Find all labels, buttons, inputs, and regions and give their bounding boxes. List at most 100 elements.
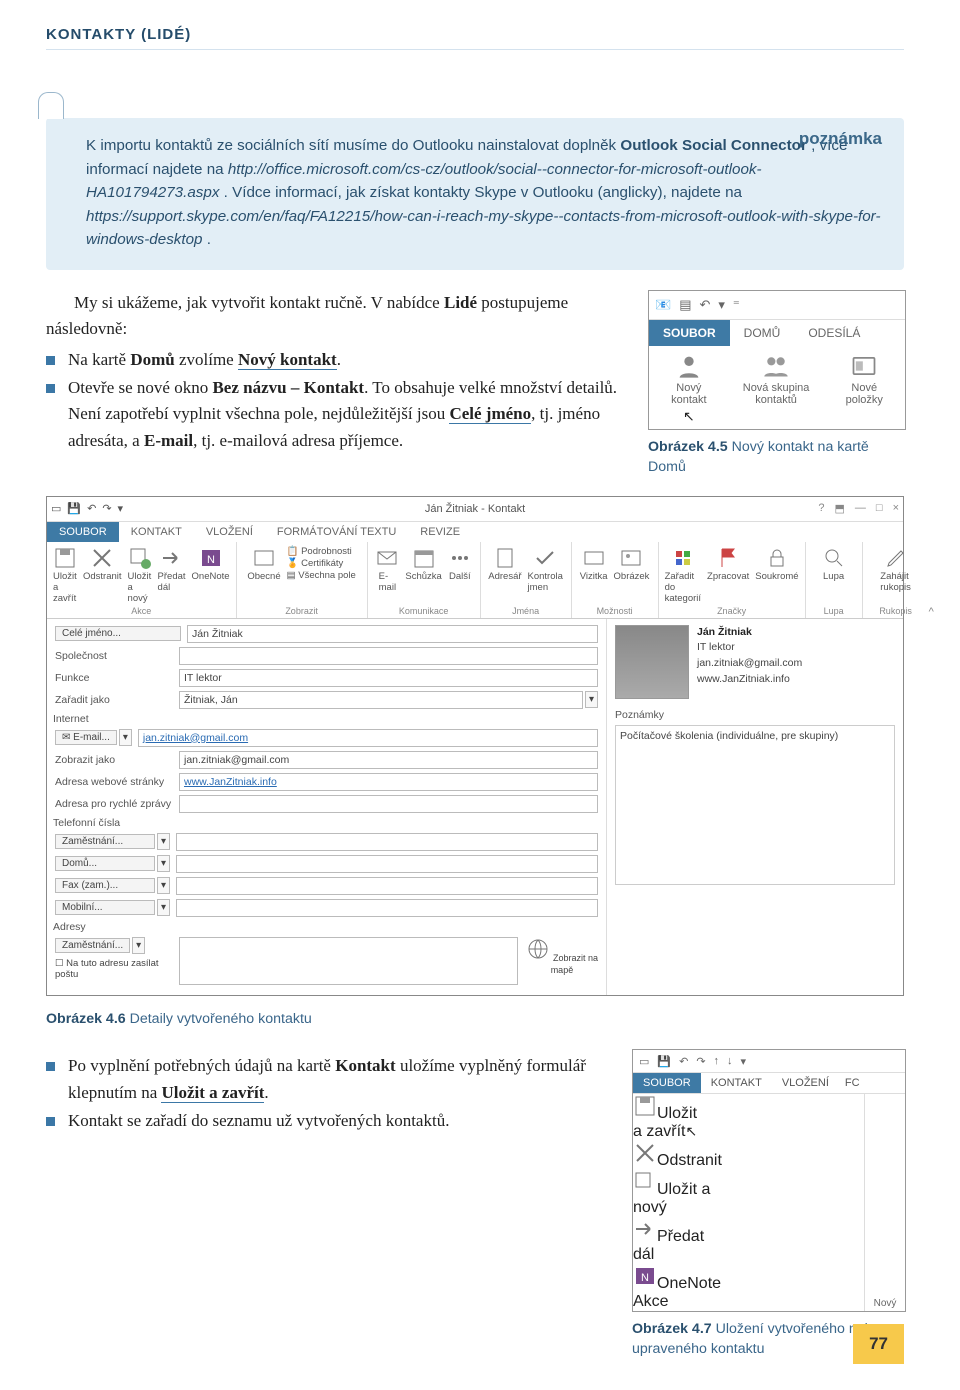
tel-mobile-button[interactable]: Mobilní...: [55, 900, 155, 915]
save-close-button[interactable]: Uložit a zavřít↖: [633, 1094, 864, 1141]
categorize-button[interactable]: Zařadit do kategorií: [665, 546, 701, 604]
tel-home-dd[interactable]: ▾: [157, 855, 170, 872]
x-icon: [633, 1141, 657, 1165]
address-input[interactable]: [179, 937, 518, 985]
map-button[interactable]: Zobrazit na mapě: [526, 937, 598, 976]
undo-icon[interactable]: ↶: [679, 1055, 688, 1068]
details-button[interactable]: 📋 Podrobnosti: [287, 546, 356, 557]
save-icon[interactable]: 💾: [657, 1055, 671, 1068]
zoom-button[interactable]: Lupa: [822, 546, 846, 582]
up-icon[interactable]: ↑: [714, 1055, 720, 1067]
tel-work-button[interactable]: Zaměstnání...: [55, 834, 155, 849]
redo-icon[interactable]: ↷: [102, 502, 111, 515]
help-icon[interactable]: ?: [818, 502, 824, 515]
redo-icon[interactable]: ↷: [696, 1055, 705, 1068]
allfields-button[interactable]: ▤ Všechna pole: [287, 570, 356, 581]
minimize-icon[interactable]: —: [855, 502, 866, 515]
tab-soubor[interactable]: SOUBOR: [633, 1073, 701, 1093]
fullname-input[interactable]: Ján Žitniak: [187, 625, 598, 643]
ink-button[interactable]: Zahájit rukopis: [880, 546, 911, 593]
tel-mobile-dd[interactable]: ▾: [157, 899, 170, 916]
contact-photo[interactable]: [615, 625, 689, 699]
ribbon-collapse-icon[interactable]: ⬒: [835, 502, 845, 515]
more-button[interactable]: Další: [448, 546, 472, 582]
fileas-input[interactable]: Žitniak, Ján: [179, 691, 583, 709]
onenote-icon: N: [633, 1264, 657, 1288]
tab-domu[interactable]: DOMŮ: [730, 320, 795, 346]
group-rukopis-label: Rukopis: [879, 606, 912, 616]
close-icon[interactable]: ×: [893, 502, 899, 515]
displayas-input[interactable]: jan.zitniak@gmail.com: [179, 751, 598, 769]
tel-fax-button[interactable]: Fax (zam.)...: [55, 878, 155, 893]
tab-vlozeni[interactable]: VLOŽENÍ: [772, 1073, 839, 1093]
jobtitle-input[interactable]: IT lektor: [179, 669, 598, 687]
dd-icon[interactable]: ▾: [741, 1055, 747, 1068]
bizcard-button[interactable]: Vizitka: [580, 546, 608, 582]
tel-home-button[interactable]: Domů...: [55, 856, 155, 871]
checknames-button[interactable]: Kontrola jmen: [528, 546, 563, 593]
meeting-button[interactable]: Schůzka: [405, 546, 441, 582]
collapse-ribbon-icon[interactable]: ^: [929, 542, 934, 618]
tel-home-input[interactable]: [176, 855, 598, 873]
certificates-button[interactable]: 🏅 Certifikáty: [287, 558, 356, 569]
general-button[interactable]: Obecné: [247, 546, 280, 582]
tel-mobile-input[interactable]: [176, 899, 598, 917]
save-icon[interactable]: 💾: [67, 502, 81, 515]
im-input[interactable]: [179, 795, 598, 813]
svg-text:N: N: [641, 1272, 649, 1284]
b2-b: Bez názvu – Kontakt: [212, 378, 364, 397]
tab-revize[interactable]: REVIZE: [408, 522, 472, 542]
email-input[interactable]: jan.zitniak@gmail.com: [138, 729, 598, 747]
save-new-button[interactable]: Uložit a nový: [128, 546, 152, 604]
email-button[interactable]: E- mail: [375, 546, 399, 593]
tab-kontakt[interactable]: KONTAKT: [119, 522, 194, 542]
undo-icon[interactable]: ↶: [87, 502, 96, 515]
app-icon: ▭: [51, 502, 61, 515]
section-addresses: Adresy: [53, 921, 598, 933]
mailing-checkbox[interactable]: ☐ Na tuto adresu zasílat poštu: [55, 958, 179, 980]
card-email: jan.zitniak@gmail.com: [697, 657, 802, 669]
chevron-down-icon[interactable]: ▾: [118, 502, 124, 515]
tel-fax-input[interactable]: [176, 877, 598, 895]
delete-button[interactable]: Odstranit: [83, 546, 122, 582]
down-icon[interactable]: ↓: [727, 1055, 733, 1067]
tab-fc[interactable]: FC: [839, 1073, 866, 1093]
maximize-icon[interactable]: □: [876, 502, 883, 515]
web-input[interactable]: www.JanZitniak.info: [179, 773, 598, 791]
followup-button[interactable]: Zpracovat: [707, 546, 749, 582]
tab-odesila[interactable]: ODESÍLÁ: [794, 320, 874, 346]
email-dropdown-icon[interactable]: ▾: [119, 729, 132, 746]
private-button[interactable]: Soukromé: [755, 546, 798, 582]
person-icon: [675, 352, 703, 380]
tab-kontakt[interactable]: KONTAKT: [701, 1073, 772, 1093]
fullname-button[interactable]: Celé jméno...: [55, 626, 181, 641]
addr-work-button[interactable]: Zaměstnání...: [55, 938, 130, 953]
tel-fax-dd[interactable]: ▾: [157, 877, 170, 894]
forward-button[interactable]: Předat dál: [633, 1217, 864, 1264]
im-label: Adresa pro rychlé zprávy: [55, 798, 179, 810]
notes-input[interactable]: Počítačové školenia (individuálne, pre s…: [615, 725, 895, 885]
tel-work-dd[interactable]: ▾: [157, 833, 170, 850]
save-close-button[interactable]: Uložit a zavřít: [53, 546, 77, 604]
onenote-button[interactable]: NOneNote: [633, 1264, 864, 1293]
onenote-button[interactable]: NOneNote: [192, 546, 230, 582]
delete-button[interactable]: Odstranit: [633, 1141, 864, 1170]
tab-vlozeni[interactable]: VLOŽENÍ: [194, 522, 265, 542]
email-field-button[interactable]: ✉ E-mail...: [55, 730, 117, 745]
addressbook-button[interactable]: Adresář: [488, 546, 521, 582]
addr-dd[interactable]: ▾: [132, 937, 145, 954]
fileas-dropdown-icon[interactable]: ▾: [585, 691, 598, 708]
tab-soubor[interactable]: SOUBOR: [649, 320, 730, 346]
new-group-button[interactable]: Nová skupina kontaktů: [743, 352, 810, 425]
company-input[interactable]: [179, 647, 598, 665]
forward-button[interactable]: Předat dál: [158, 546, 186, 593]
tab-format[interactable]: FORMÁTOVÁNÍ TEXTU: [265, 522, 408, 542]
new-contact-button[interactable]: Nový kontakt ↖: [671, 352, 706, 425]
tel-work-input[interactable]: [176, 833, 598, 851]
image-button[interactable]: Obrázek: [614, 546, 650, 582]
new-items-button[interactable]: Nové položky: [846, 352, 883, 425]
group-jmena-label: Jména: [512, 606, 539, 616]
p1-lide: Lidé: [444, 293, 477, 312]
tab-soubor[interactable]: SOUBOR: [47, 522, 119, 542]
save-new-button[interactable]: Uložit a nový: [633, 1170, 864, 1217]
